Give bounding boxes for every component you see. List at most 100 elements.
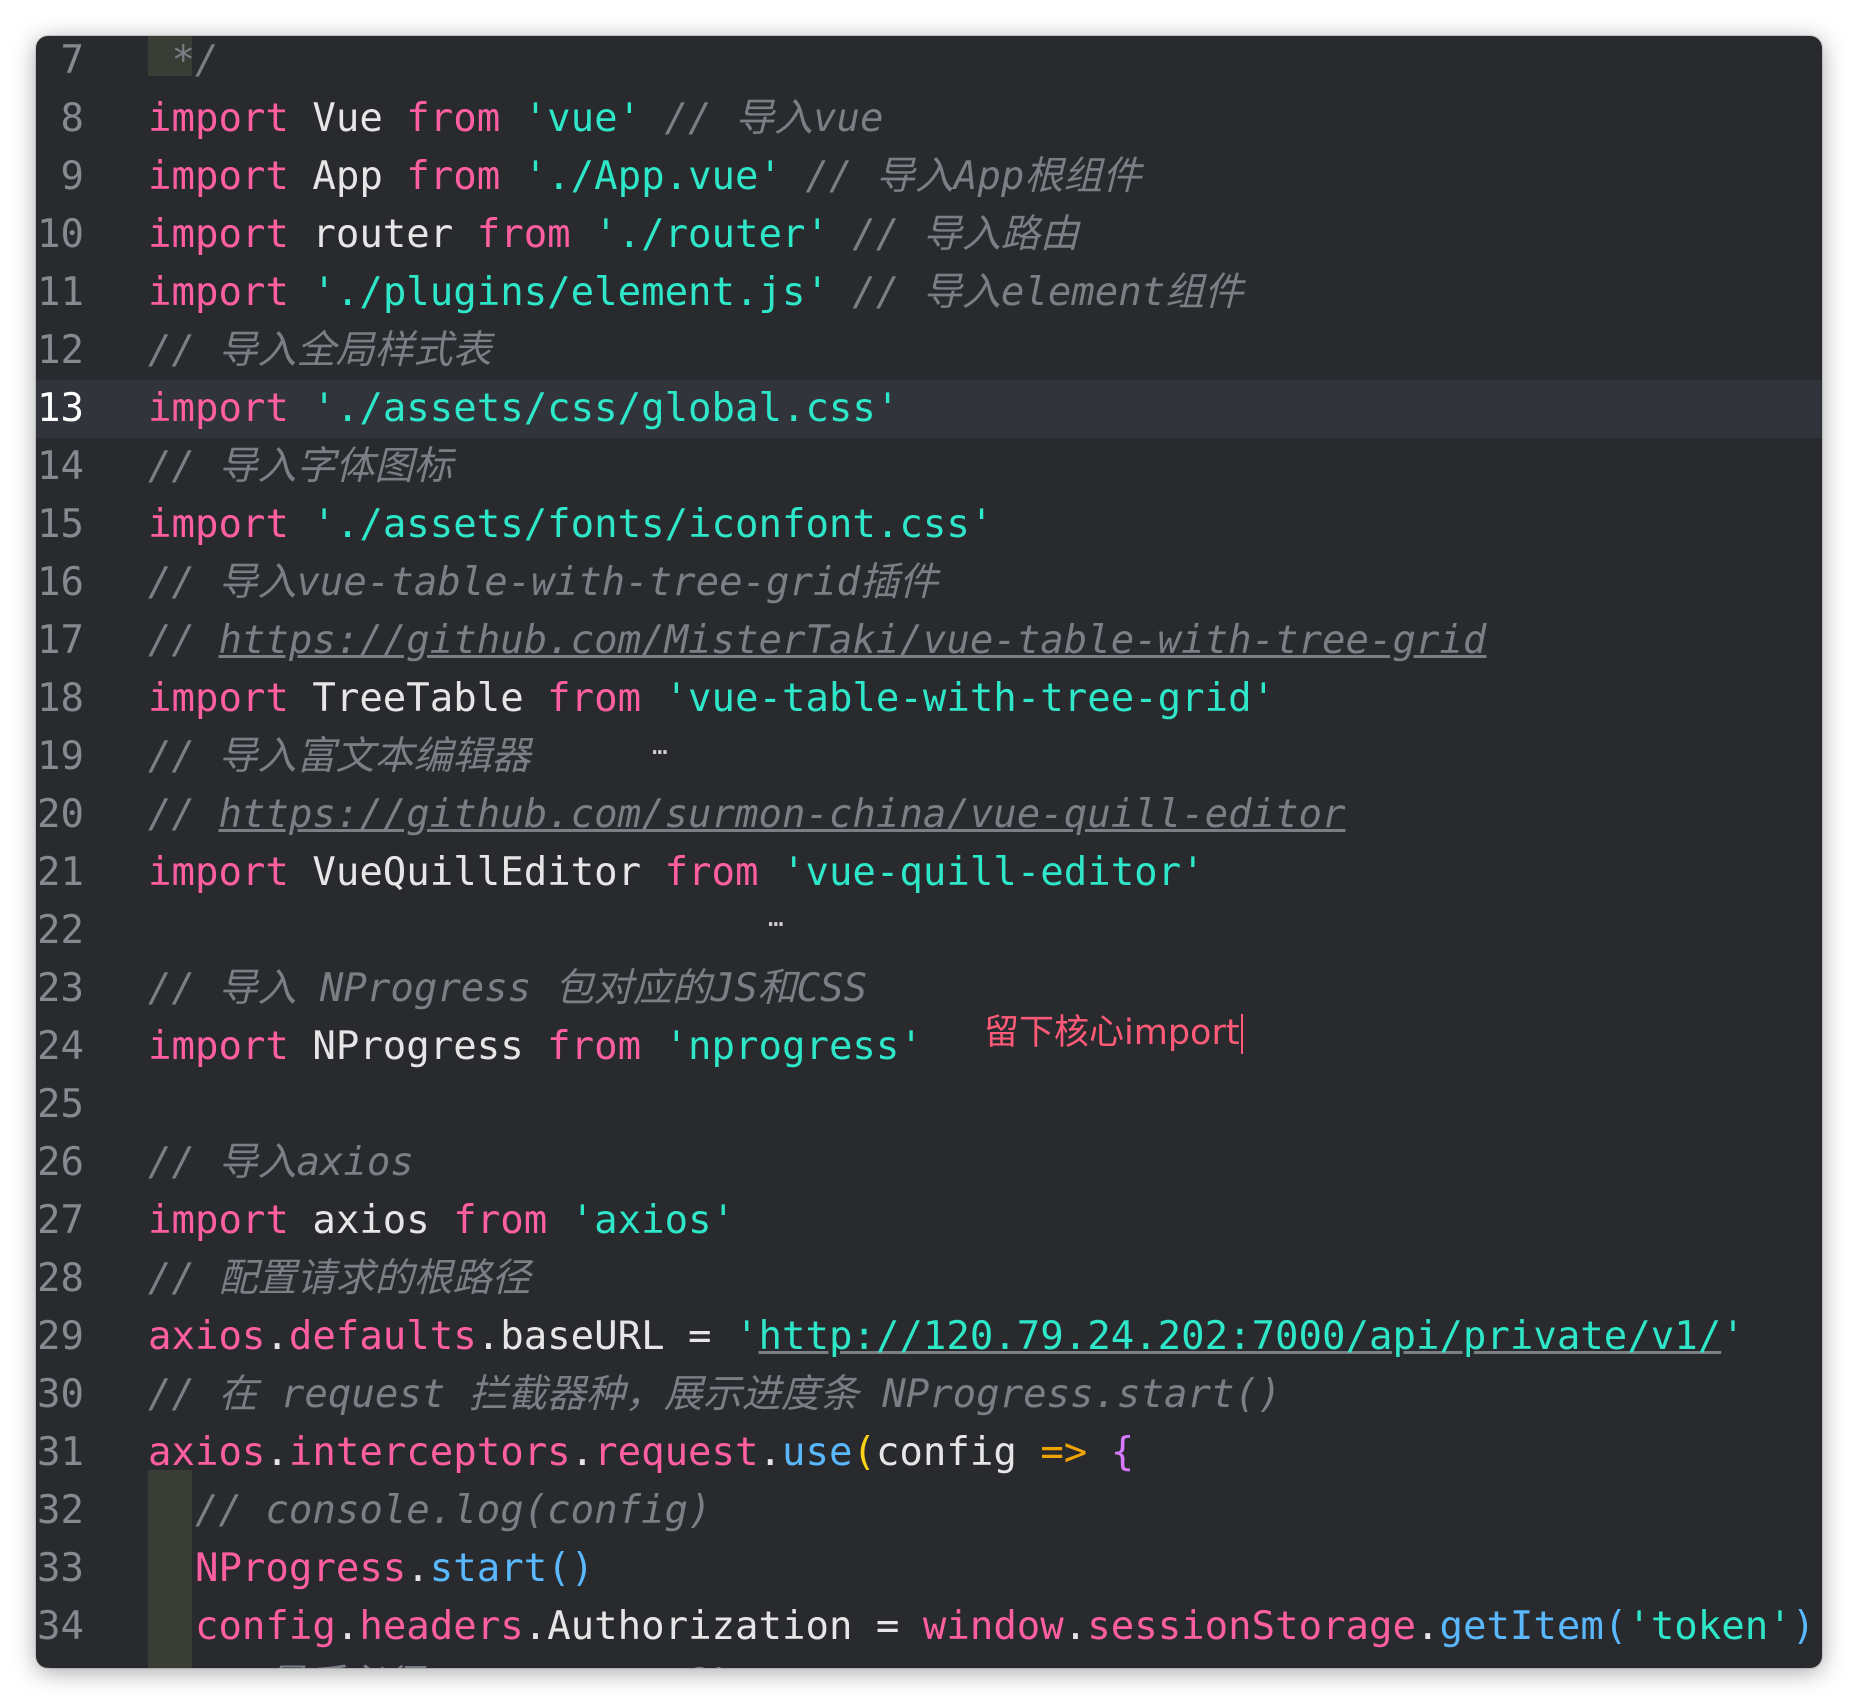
code-token: . — [335, 1604, 360, 1649]
code-token: window — [922, 1604, 1064, 1649]
code-token: from — [664, 850, 759, 895]
code-token: import — [148, 212, 289, 257]
code-line[interactable]: 27 import axios from 'axios' — [36, 1192, 1822, 1250]
code-line[interactable]: 26 // 导入axios — [36, 1134, 1822, 1192]
annotation-note[interactable]: 留下核心import — [984, 1004, 1243, 1055]
code-line[interactable]: 12 // 导入全局样式表 — [36, 322, 1822, 380]
line-number: 8 — [60, 96, 84, 141]
code-line[interactable]: 7 */ — [36, 36, 1822, 90]
code-token: config — [194, 1604, 336, 1649]
code-token: . — [265, 1430, 289, 1475]
code-line[interactable]: 13 import './assets/css/global.css' — [36, 380, 1822, 438]
code-token: './plugins/element.js' — [312, 270, 829, 315]
code-token: http://120.79.24.202:7000/api/private/v1… — [758, 1314, 1722, 1359]
code-token: https://github.com/surmon-china/vue-quil… — [218, 792, 1346, 837]
code-text: import NProgress from 'nprogress' — [148, 1018, 923, 1076]
line-number: 15 — [37, 502, 84, 547]
line-number: 21 — [37, 850, 84, 895]
code-token: // 导入vue — [641, 96, 884, 141]
code-token: Vue — [288, 96, 407, 141]
code-line[interactable]: 30 // 在 request 拦截器种，展示进度条 NProgress.star… — [36, 1366, 1822, 1424]
code-token: sessionStorage — [1087, 1604, 1416, 1649]
code-token: request — [594, 1430, 759, 1475]
code-token: // 导入vue-table-with-tree-grid插件 — [148, 560, 938, 605]
line-number: 27 — [37, 1198, 84, 1243]
code-token: ' — [735, 1314, 759, 1359]
code-token: // 最后必须 return config — [148, 1662, 750, 1668]
line-number: 35 — [36, 1656, 84, 1668]
code-line[interactable]: 16 // 导入vue-table-with-tree-grid插件 — [36, 554, 1822, 612]
code-line[interactable]: 15 import './assets/fonts/iconfont.css' — [36, 496, 1822, 554]
code-token: . — [265, 1314, 289, 1359]
line-number: 19 — [37, 734, 84, 779]
line-number: 32 — [37, 1488, 84, 1533]
code-line[interactable]: 23 // 导入 NProgress 包对应的JS和CSS — [36, 960, 1822, 1018]
code-text: import axios from 'axios' — [148, 1192, 735, 1250]
code-token: TreeTable — [288, 676, 548, 721]
code-token: 'vue-quill-editor' — [781, 850, 1205, 895]
code-text: // 最后必须 return config — [148, 1656, 750, 1668]
code-line[interactable]: 34 config.headers.Authorization = window… — [36, 1598, 1822, 1656]
line-number: 31 — [37, 1430, 84, 1475]
code-line[interactable]: 14 // 导入字体图标 — [36, 438, 1822, 496]
code-line[interactable]: 24 import NProgress from 'nprogress' — [36, 1018, 1822, 1076]
code-line[interactable]: 8 import Vue from 'vue' // 导入vue — [36, 90, 1822, 148]
code-token: => — [1040, 1430, 1088, 1475]
code-line[interactable]: 18 import TreeTable from 'vue-table-with-… — [36, 670, 1822, 728]
code-token: .Authorization = — [523, 1604, 923, 1649]
code-token: // 导入全局样式表 — [148, 328, 492, 373]
code-token: ( — [852, 1430, 876, 1475]
code-line[interactable]: 11 import './plugins/element.js' // 导入ele… — [36, 264, 1822, 322]
code-token: // 导入 NProgress 包对应的JS和CSS — [148, 966, 868, 1011]
code-text: // 导入富文本编辑器 — [148, 728, 530, 786]
code-token: // — [148, 618, 219, 663]
code-text: // console.log(config) — [148, 1482, 712, 1540]
line-number: 14 — [37, 444, 84, 489]
code-token: ' — [1721, 1314, 1745, 1359]
line-number: 24 — [37, 1024, 84, 1069]
code-editor[interactable]: 7 */ 8 import Vue from 'vue' // 导入vue 9 impo… — [36, 36, 1822, 1668]
code-line[interactable]: 10 import router from './router' // 导入路由 — [36, 206, 1822, 264]
code-token: https://github.com/MisterTaki/vue-table-… — [218, 618, 1487, 663]
code-line[interactable]: 35 // 最后必须 return config — [36, 1656, 1822, 1668]
code-line[interactable]: 17 // https://github.com/MisterTaki/vue-t… — [36, 612, 1822, 670]
code-line[interactable]: 20 // https://github.com/surmon-china/vue… — [36, 786, 1822, 844]
code-line[interactable]: 33 NProgress.start() — [36, 1540, 1822, 1598]
line-number: 10 — [37, 212, 84, 257]
code-token: . — [1063, 1604, 1088, 1649]
code-line[interactable]: 22 — [36, 902, 1822, 960]
code-token: // — [148, 792, 219, 837]
code-line[interactable]: 25 — [36, 1076, 1822, 1134]
code-line[interactable]: 28 // 配置请求的根路径 — [36, 1250, 1822, 1308]
code-token: import — [148, 386, 289, 431]
line-number: 29 — [37, 1314, 84, 1359]
hint-dots: … — [652, 731, 668, 761]
line-number: 33 — [37, 1546, 84, 1591]
code-line[interactable]: 32 // console.log(config) — [36, 1482, 1822, 1540]
code-token: from — [547, 1024, 642, 1069]
code-token: './assets/css/global.css' — [312, 386, 900, 431]
code-text: */ — [148, 36, 218, 90]
code-token: { — [1110, 1430, 1135, 1475]
code-text: // 导入vue-table-with-tree-grid插件 — [148, 554, 938, 612]
code-text: axios.interceptors.request.use(config =>… — [148, 1424, 1134, 1482]
code-text: import './plugins/element.js' // 导入eleme… — [148, 264, 1243, 322]
line-number: 13 — [37, 386, 84, 431]
code-line[interactable]: 21 import VueQuillEditor from 'vue-quill-… — [36, 844, 1822, 902]
code-text: // 导入全局样式表 — [148, 322, 491, 380]
code-token: headers — [359, 1604, 524, 1649]
code-line[interactable]: 29 axios.defaults.baseURL = 'http://120.7… — [36, 1308, 1822, 1366]
code-line[interactable]: 31 axios.interceptors.request.use(config … — [36, 1424, 1822, 1482]
code-line[interactable]: 19 // 导入富文本编辑器 — [36, 728, 1822, 786]
hint-dots: … — [768, 903, 784, 933]
line-number: 22 — [37, 908, 84, 953]
code-token: // 导入axios — [148, 1140, 414, 1185]
code-text: // 导入 NProgress 包对应的JS和CSS — [148, 960, 867, 1018]
code-line[interactable]: 9 import App from './App.vue' // 导入App根组件 — [36, 148, 1822, 206]
code-token: . — [570, 1430, 595, 1475]
